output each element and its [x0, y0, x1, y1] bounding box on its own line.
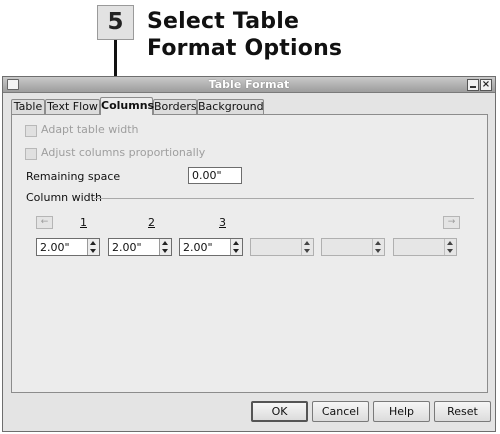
- title-bar[interactable]: Table Format ×: [3, 77, 495, 93]
- column-1-width-value: 2.00": [40, 241, 70, 254]
- spin-arrows[interactable]: [159, 239, 171, 255]
- spin-arrows[interactable]: [87, 239, 99, 255]
- remaining-space-label: Remaining space: [26, 170, 121, 183]
- help-button[interactable]: Help: [373, 401, 430, 422]
- table-format-dialog: Table Format × Table Text Flow Columns B…: [2, 76, 496, 432]
- column-6-width-spinner[interactable]: [393, 238, 457, 256]
- column-1-width-spinner[interactable]: 2.00": [36, 238, 100, 256]
- column-width-group-label: Column width: [26, 191, 102, 204]
- tab-columns[interactable]: Columns: [100, 97, 154, 115]
- adjust-columns-label: Adjust columns proportionally: [41, 146, 206, 159]
- step-title-line-1: Select Table: [147, 9, 300, 34]
- scroll-right-button[interactable]: →: [443, 216, 460, 229]
- tab-background[interactable]: Background: [197, 99, 264, 114]
- reset-button[interactable]: Reset: [434, 401, 491, 422]
- scroll-left-button[interactable]: ←: [36, 216, 53, 229]
- column-2-width-spinner[interactable]: 2.00": [108, 238, 172, 256]
- column-2-width-value: 2.00": [112, 241, 142, 254]
- column-2-number: 2: [148, 216, 155, 229]
- cancel-button[interactable]: Cancel: [312, 401, 369, 422]
- tab-table[interactable]: Table: [11, 99, 45, 114]
- column-3-width-value: 2.00": [183, 241, 213, 254]
- minimize-icon[interactable]: [467, 79, 479, 91]
- step-title-line-2: Format Options: [147, 36, 343, 61]
- column-1-number: 1: [80, 216, 87, 229]
- group-divider: [94, 198, 474, 199]
- remaining-space-field[interactable]: 0.00": [188, 167, 242, 184]
- column-3-width-spinner[interactable]: 2.00": [179, 238, 243, 256]
- tab-borders[interactable]: Borders: [153, 99, 197, 114]
- column-3-number: 3: [219, 216, 226, 229]
- adjust-columns-checkbox[interactable]: [25, 148, 37, 160]
- spin-arrows[interactable]: [372, 239, 384, 255]
- spin-arrows[interactable]: [301, 239, 313, 255]
- columns-tab-panel: Adapt table width Adjust columns proport…: [11, 114, 488, 393]
- close-icon[interactable]: ×: [480, 79, 492, 91]
- spin-arrows[interactable]: [230, 239, 242, 255]
- ok-button[interactable]: OK: [251, 401, 308, 422]
- step-number-badge: 5: [97, 5, 134, 40]
- spin-arrows[interactable]: [444, 239, 456, 255]
- adapt-table-width-checkbox[interactable]: [25, 125, 37, 137]
- step-title: Select Table Format Options: [147, 8, 342, 62]
- tab-text-flow[interactable]: Text Flow: [45, 99, 100, 114]
- column-4-width-spinner[interactable]: [250, 238, 314, 256]
- window-title: Table Format: [208, 78, 290, 91]
- column-5-width-spinner[interactable]: [321, 238, 385, 256]
- adapt-table-width-label: Adapt table width: [41, 123, 139, 136]
